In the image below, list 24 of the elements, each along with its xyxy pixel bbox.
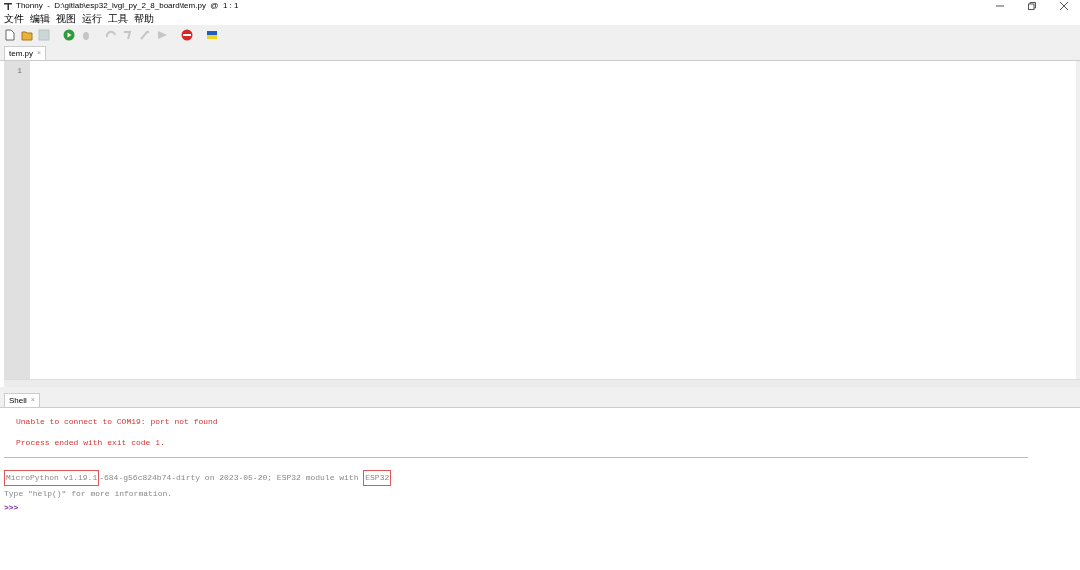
highlighted-text: MicroPython v1.19.1: [4, 470, 100, 486]
stop-icon[interactable]: [181, 28, 193, 41]
banner-text: -684-g56c824b74-dirty on 2023-05-20; ESP32 module with: [99, 472, 360, 484]
minimize-icon[interactable]: [996, 2, 1004, 10]
menu-item[interactable]: 编辑: [30, 12, 50, 25]
flag-icon[interactable]: [206, 28, 218, 41]
info-text: Type "help()" for more information.: [4, 488, 174, 500]
app-icon: [4, 2, 12, 10]
error-message: Process ended with exit code 1.: [16, 437, 166, 449]
error-message: Unable to connect to COM19: port not found: [16, 416, 219, 428]
menu-item[interactable]: 文件: [4, 12, 24, 25]
menu-item[interactable]: 运行: [82, 12, 102, 25]
highlighted-text: ESP32: [363, 470, 392, 486]
new-file-icon[interactable]: [4, 28, 16, 41]
prompt: >>>: [4, 502, 20, 514]
menu-item[interactable]: 帮助: [134, 12, 154, 25]
close-icon[interactable]: [1060, 2, 1068, 10]
window-title: Thonny - D:\gitlab\esp32_lvgl_py_2_8_board\tem.py @ 1 : 1: [16, 0, 239, 12]
menu-item[interactable]: 视图: [56, 12, 76, 25]
folder-icon[interactable]: [21, 28, 33, 41]
run-icon[interactable]: [63, 28, 75, 41]
restore-icon[interactable]: [1028, 2, 1036, 10]
menu-item[interactable]: 工具: [108, 12, 128, 25]
line-number: 1: [17, 65, 22, 77]
